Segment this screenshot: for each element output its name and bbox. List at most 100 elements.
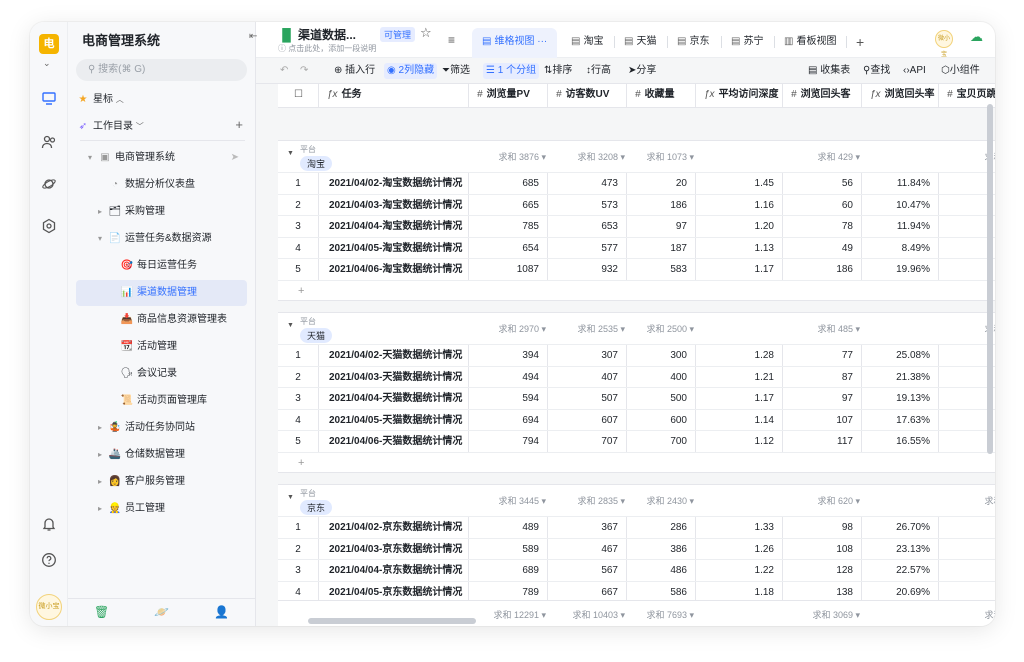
vertical-scrollbar[interactable] (987, 104, 993, 454)
column-summary[interactable]: 求和 2500 ▾ (624, 322, 694, 335)
bell-icon[interactable] (39, 516, 59, 536)
row-index[interactable]: 1 (278, 517, 319, 538)
column-header[interactable]: # 访客数UV (548, 84, 627, 107)
total-summary[interactable]: 求和 10403 ▾ (545, 608, 625, 621)
collapse-sidebar-icon[interactable]: ⇤ (249, 31, 257, 42)
select-all-cell[interactable]: ☐ (278, 84, 319, 107)
sidebar-item-purchasing[interactable]: ▸ 🗂 采购管理 (76, 200, 247, 224)
table-cell[interactable]: 689 (469, 560, 548, 581)
caret-down-icon[interactable]: ▼ (287, 494, 294, 501)
group-header[interactable]: ▼ 平台 天猫 求和 2970 ▾ 求和 2535 ▾ 求和 2500 ▾ 求和 485 ▾… (278, 313, 995, 344)
table-cell[interactable]: 1.28 (696, 345, 783, 366)
table-cell[interactable]: 665 (469, 194, 548, 215)
widget-button[interactable]: ⬡小组件 (941, 63, 980, 79)
caret-down-icon[interactable]: ▼ (287, 322, 294, 329)
table-row[interactable]: 4 2021/04/05-京东数据统计情况 789 667 586 1.18 138 20.6… (278, 580, 995, 602)
table-cell[interactable]: 21.38% (862, 366, 939, 387)
table-cell[interactable]: 1.16 (696, 194, 783, 215)
table-row[interactable]: 5 2021/04/06-淘宝数据统计情况 1087 932 583 1.17 186 19.… (278, 258, 995, 280)
table-cell[interactable]: 19.96% (862, 259, 939, 280)
table-cell[interactable]: 78 (783, 216, 862, 237)
datasheet-title[interactable]: ▐▌ 渠道数据... (278, 26, 356, 43)
table-row[interactable]: 3 2021/04/04-京东数据统计情况 689 567 486 1.22 128 22.5… (278, 559, 995, 581)
table-cell[interactable] (939, 517, 995, 538)
table-cell[interactable]: 507 (548, 388, 627, 409)
tab-taobao[interactable]: ▤ 淘宝 (571, 28, 603, 58)
column-header[interactable]: ƒx 任务 (319, 84, 469, 107)
column-summary[interactable]: 求和 2 ▾ (947, 494, 995, 507)
row-index[interactable]: 2 (278, 366, 319, 387)
table-cell[interactable]: 1.45 (696, 173, 783, 194)
table-cell[interactable]: 2021/04/02-京东数据统计情况 (319, 517, 469, 538)
row-index[interactable]: 1 (278, 173, 319, 194)
table-cell[interactable]: 1.17 (696, 388, 783, 409)
table-cell[interactable]: 594 (469, 388, 548, 409)
row-index[interactable]: 4 (278, 237, 319, 258)
share-icon[interactable]: ➤ (231, 146, 239, 170)
row-index[interactable]: 2 (278, 194, 319, 215)
table-cell[interactable]: 1.20 (696, 216, 783, 237)
row-index[interactable]: 4 (278, 409, 319, 430)
table-row[interactable]: 2 2021/04/03-京东数据统计情况 589 467 386 1.26 108 23.1… (278, 537, 995, 559)
sidebar-item-event-pages[interactable]: 📜 活动页面管理库 (76, 389, 247, 413)
members-icon[interactable] (39, 134, 59, 154)
table-cell[interactable]: 11.94% (862, 216, 939, 237)
sync-status-icon[interactable]: ☁ (970, 29, 983, 45)
table-cell[interactable] (939, 560, 995, 581)
table-cell[interactable]: 108 (783, 538, 862, 559)
column-summary[interactable]: 求和 485 ▾ (790, 322, 860, 335)
add-row-button[interactable]: + (278, 279, 995, 302)
column-header[interactable]: ƒx 平均访问深度 (696, 84, 783, 107)
table-cell[interactable]: 186 (627, 194, 696, 215)
space-logo[interactable]: 电 (39, 34, 59, 54)
table-cell[interactable]: 2021/04/06-天猫数据统计情况 (319, 431, 469, 452)
table-cell[interactable]: 500 (627, 388, 696, 409)
table-cell[interactable]: 17.63% (862, 409, 939, 430)
row-height-button[interactable]: ↕行高 (586, 63, 611, 79)
menu-icon[interactable]: ≡ (448, 33, 455, 47)
table-cell[interactable]: 589 (469, 538, 548, 559)
table-cell[interactable]: 654 (469, 237, 548, 258)
find-button[interactable]: ⚲查找 (863, 63, 890, 79)
workspace-section[interactable]: ➶ 工作目录 ﹀ (76, 115, 247, 139)
column-summary[interactable]: 求和 3876 ▾ (476, 150, 546, 163)
table-cell[interactable]: 932 (548, 259, 627, 280)
add-row-button[interactable]: + (278, 451, 995, 474)
column-summary[interactable]: 求和 2835 ▾ (555, 494, 625, 507)
table-cell[interactable]: 186 (783, 259, 862, 280)
table-cell[interactable]: 573 (548, 194, 627, 215)
hidden-fields-button[interactable]: ◉ 2列隐藏 (384, 63, 438, 79)
table-cell[interactable]: 60 (783, 194, 862, 215)
caret-down-icon[interactable]: ▼ (287, 150, 294, 157)
table-cell[interactable]: 1.18 (696, 581, 783, 602)
column-summary[interactable]: 求和 2535 ▾ (555, 322, 625, 335)
total-summary[interactable]: 求和 7693 ▾ (614, 608, 694, 621)
workbench-icon[interactable] (39, 90, 59, 110)
table-cell[interactable]: 1.17 (696, 259, 783, 280)
table-cell[interactable]: 400 (627, 366, 696, 387)
table-cell[interactable]: 25.08% (862, 345, 939, 366)
table-cell[interactable]: 2021/04/03-京东数据统计情况 (319, 538, 469, 559)
row-index[interactable]: 3 (278, 560, 319, 581)
sort-button[interactable]: ⇅排序 (544, 63, 572, 79)
user-avatar[interactable]: 微小宝 (36, 594, 62, 620)
table-cell[interactable]: 98 (783, 517, 862, 538)
column-header[interactable]: # 宝贝页跳 (939, 84, 995, 107)
table-cell[interactable]: 489 (469, 517, 548, 538)
table-cell[interactable]: 1.33 (696, 517, 783, 538)
table-cell[interactable]: 87 (783, 366, 862, 387)
invite-member-icon[interactable]: 👤 (214, 605, 229, 619)
table-cell[interactable]: 2021/04/03-淘宝数据统计情况 (319, 194, 469, 215)
table-cell[interactable]: 583 (627, 259, 696, 280)
table-cell[interactable]: 577 (548, 237, 627, 258)
sidebar-item-staff[interactable]: ▸ 👷 员工管理 (76, 497, 247, 521)
table-cell[interactable]: 138 (783, 581, 862, 602)
table-cell[interactable]: 20 (627, 173, 696, 194)
table-cell[interactable]: 367 (548, 517, 627, 538)
table-cell[interactable]: 97 (783, 388, 862, 409)
table-cell[interactable]: 2021/04/04-天猫数据统计情况 (319, 388, 469, 409)
table-cell[interactable]: 2021/04/03-天猫数据统计情况 (319, 366, 469, 387)
favorites-section[interactable]: ★ 星标 ︿ (76, 88, 247, 112)
column-summary[interactable]: 求和 1073 ▾ (624, 150, 694, 163)
table-cell[interactable]: 97 (627, 216, 696, 237)
